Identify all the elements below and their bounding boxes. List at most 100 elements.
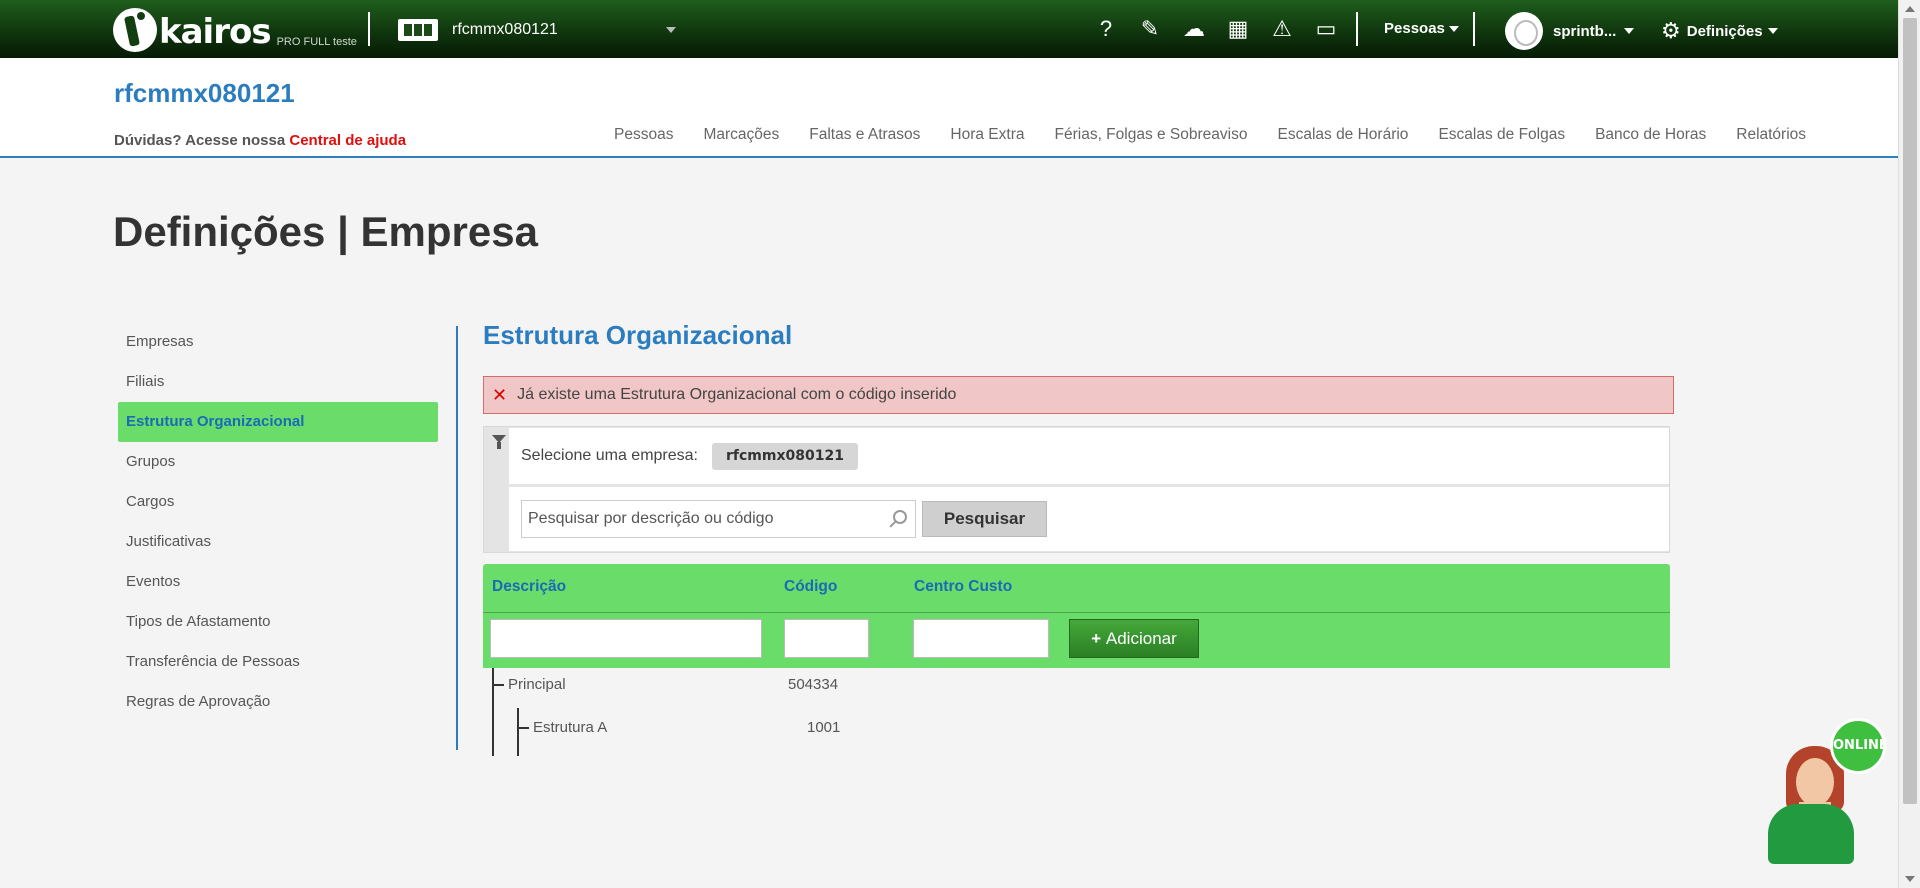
sidebar-item-transferencia-pessoas[interactable]: Transferência de Pessoas [118, 642, 438, 682]
column-header-centro-custo[interactable]: Centro Custo [914, 578, 1012, 596]
company-selector-value: rfcmmx080121 [452, 21, 558, 38]
nav-item-escalas-folgas[interactable]: Escalas de Folgas [1423, 126, 1580, 144]
help-icon[interactable]: ? [1084, 14, 1128, 44]
column-header-descricao[interactable]: Descrição [492, 578, 566, 596]
top-bar: kairos PRO FULL teste rfcmmx080121 ? ✎ ☁… [0, 0, 1898, 58]
plug-icon[interactable]: ✎ [1128, 14, 1172, 44]
filter-icon [492, 435, 506, 449]
nav-item-relatorios[interactable]: Relatórios [1721, 126, 1821, 144]
tree-connector [492, 684, 504, 686]
code-input[interactable] [784, 619, 869, 658]
chevron-down-icon [1624, 28, 1635, 34]
calculator-icon[interactable]: ▦ [1216, 14, 1260, 44]
kairos-logo[interactable]: kairos PRO FULL teste [113, 6, 357, 52]
user-name: sprintb... [1553, 22, 1617, 40]
site-header: rfcmmx080121 Dúvidas? Acesse nossa Centr… [0, 58, 1898, 158]
avatar [1505, 12, 1543, 50]
description-input[interactable] [490, 619, 762, 658]
nav-item-banco-horas[interactable]: Banco de Horas [1580, 126, 1721, 144]
sidebar-item-regras-aprovacao[interactable]: Regras de Aprovação [118, 682, 438, 722]
add-button[interactable]: + Adicionar [1069, 619, 1199, 658]
chevron-down-icon [1767, 28, 1778, 34]
pessoas-menu[interactable]: Pessoas [1384, 20, 1460, 37]
page-title: Definições | Empresa [113, 208, 538, 255]
main-nav: Pessoas Marcações Faltas e Atrasos Hora … [599, 126, 1821, 144]
close-icon[interactable]: ✕ [492, 385, 507, 406]
company-filter-label: Selecione uma empresa: [521, 447, 698, 464]
sidebar-item-eventos[interactable]: Eventos [118, 562, 438, 602]
error-alert: ✕ Já existe uma Estrutura Organizacional… [483, 376, 1674, 414]
column-header-codigo[interactable]: Código [784, 578, 837, 596]
chevron-down-icon [1449, 26, 1460, 33]
support-agent-body [1768, 804, 1854, 864]
tree-item-label[interactable]: Estrutura A [533, 719, 607, 736]
scroll-up-icon[interactable] [1905, 6, 1915, 12]
add-button-label: Adicionar [1105, 628, 1177, 648]
search-row: Pesquisar [509, 487, 1669, 551]
company-filter-chip[interactable]: rfcmmx080121 [711, 442, 858, 470]
company-selector[interactable]: rfcmmx080121 [398, 16, 676, 44]
logo-subtitle: PRO FULL teste [276, 36, 357, 48]
scroll-down-icon[interactable] [1905, 876, 1915, 882]
page-scrollbar[interactable] [1898, 0, 1920, 888]
nav-item-marcacoes[interactable]: Marcações [688, 126, 794, 144]
logo-text: kairos [159, 12, 272, 52]
nav-item-ferias-folgas[interactable]: Férias, Folgas e Sobreaviso [1040, 126, 1263, 144]
cost-center-input[interactable] [913, 619, 1049, 658]
sidebar-item-cargos[interactable]: Cargos [118, 482, 438, 522]
sidebar-item-grupos[interactable]: Grupos [118, 442, 438, 482]
nav-item-hora-extra[interactable]: Hora Extra [935, 126, 1039, 144]
main-content: Estrutura Organizacional ✕ Já existe uma… [483, 320, 1674, 756]
help-center-link[interactable]: Central de ajuda [289, 132, 406, 149]
chevron-down-icon [666, 27, 676, 33]
sidebar-item-filiais[interactable]: Filiais [118, 362, 438, 402]
tree-connector [517, 727, 529, 729]
settings-sidebar: Empresas Filiais Estrutura Organizaciona… [118, 322, 438, 722]
warning-icon[interactable]: ⚠ [1260, 14, 1304, 44]
search-button[interactable]: Pesquisar [922, 501, 1047, 537]
sidebar-item-tipos-afastamento[interactable]: Tipos de Afastamento [118, 602, 438, 642]
settings-label: Definições [1686, 22, 1763, 40]
pessoas-menu-label: Pessoas [1384, 20, 1445, 37]
sidebar-item-justificativas[interactable]: Justificativas [118, 522, 438, 562]
divider [1356, 12, 1358, 46]
inbox-icon[interactable]: ▭ [1304, 14, 1348, 44]
toolbar-icons: ? ✎ ☁ ▦ ⚠ ▭ [1084, 14, 1348, 44]
building-icon [398, 19, 438, 41]
divider [1473, 12, 1475, 46]
divider [368, 12, 370, 46]
search-box [521, 500, 916, 538]
support-agent-face [1796, 758, 1834, 806]
tree-connector [492, 668, 494, 756]
search-icon [893, 510, 907, 524]
company-filter-row: Selecione uma empresa: rfcmmx080121 [509, 428, 1669, 484]
kairos-logo-icon [113, 8, 157, 52]
sidebar-item-estrutura-organizacional[interactable]: Estrutura Organizacional [118, 402, 438, 442]
cloud-download-icon[interactable]: ☁ [1172, 14, 1216, 44]
nav-item-pessoas[interactable]: Pessoas [599, 126, 688, 144]
grid-header: Descrição Código Centro Custo + Adiciona… [483, 564, 1670, 668]
filter-panel: Selecione uma empresa: rfcmmx080121 Pesq… [483, 426, 1670, 553]
tree-item-label[interactable]: Principal [508, 676, 566, 693]
plus-icon: + [1091, 628, 1106, 648]
divider [483, 612, 1670, 613]
help-prefix: Dúvidas? Acesse nossa [114, 132, 290, 149]
org-structure-grid: Descrição Código Centro Custo + Adiciona… [483, 564, 1670, 756]
gear-icon: ⚙ [1661, 18, 1681, 43]
tree-item-code: 1001 [807, 719, 841, 736]
sidebar-divider [456, 326, 458, 750]
scrollbar-thumb[interactable] [1903, 18, 1917, 804]
tree-item-code: 504334 [788, 676, 839, 693]
settings-menu[interactable]: ⚙ Definições [1661, 18, 1778, 44]
online-support-widget[interactable]: ONLINE [1762, 718, 1888, 866]
nav-item-faltas-atrasos[interactable]: Faltas e Atrasos [794, 126, 935, 144]
search-input[interactable] [522, 501, 915, 537]
nav-item-escalas-horario[interactable]: Escalas de Horário [1262, 126, 1423, 144]
section-title: Estrutura Organizacional [483, 320, 793, 350]
sidebar-item-empresas[interactable]: Empresas [118, 322, 438, 362]
error-alert-text: Já existe uma Estrutura Organizacional c… [517, 386, 957, 403]
help-text: Dúvidas? Acesse nossa Central de ajuda [114, 132, 406, 149]
tree-connector [517, 708, 519, 756]
user-menu[interactable]: sprintb... [1505, 12, 1635, 50]
site-title[interactable]: rfcmmx080121 [114, 78, 295, 109]
